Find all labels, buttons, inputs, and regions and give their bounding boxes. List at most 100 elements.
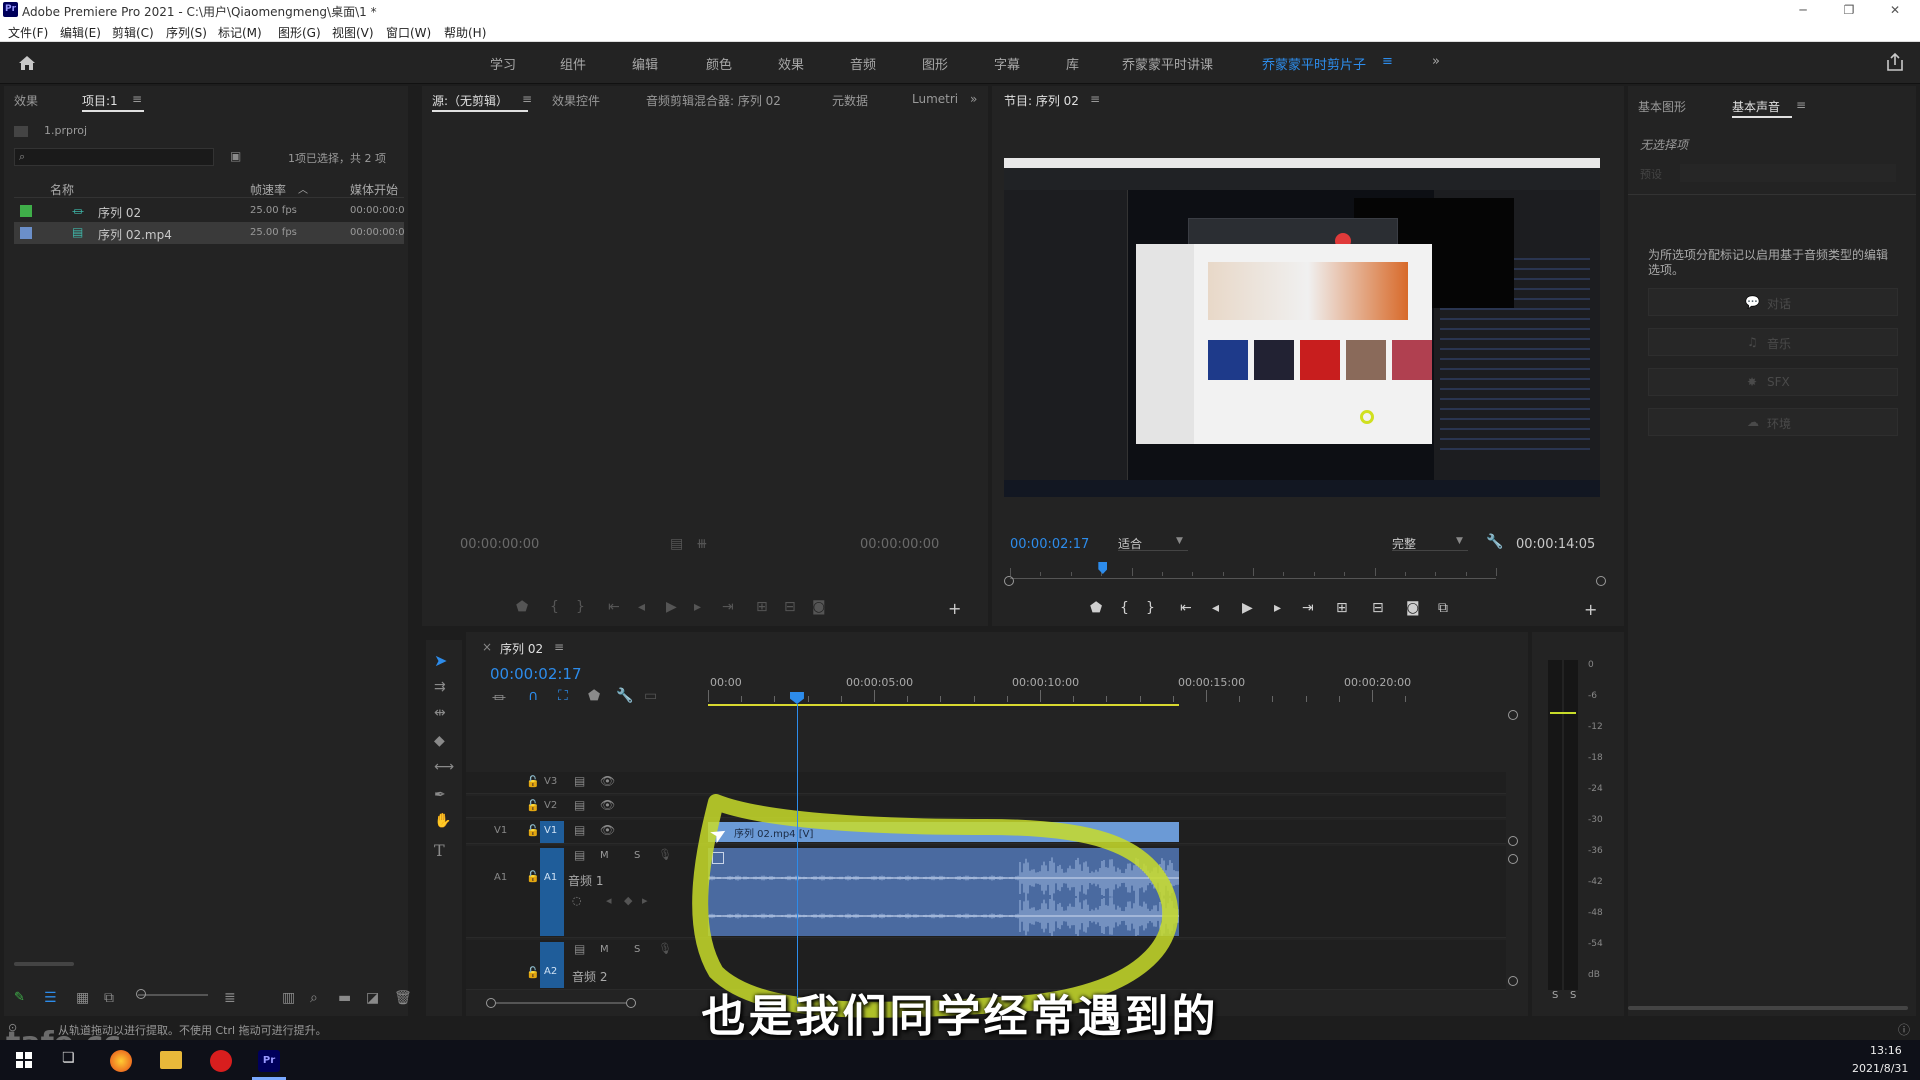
zoom-handle-right[interactable] — [626, 998, 636, 1008]
track-target-a1[interactable]: A1 — [540, 848, 564, 936]
close-icon[interactable]: ✕ — [1872, 0, 1918, 20]
drag-video-icon[interactable]: ▤ — [670, 536, 683, 552]
tab-essential-sound[interactable]: 基本声音 — [1732, 98, 1780, 115]
trash-icon[interactable]: 🗑 — [394, 990, 412, 1006]
button-editor-icon[interactable]: + — [948, 599, 961, 618]
fit-dropdown[interactable]: 适合 ▼ — [1118, 533, 1188, 551]
lock-icon[interactable]: 🔓 — [526, 870, 540, 883]
menu-edit[interactable]: 编辑(E) — [60, 24, 101, 41]
taskbar-time[interactable]: 13:16 — [1870, 1044, 1902, 1057]
add-marker-icon[interactable]: ⬟ — [1090, 600, 1102, 616]
tab-sequence[interactable]: 序列 02 — [500, 640, 543, 657]
play-icon[interactable]: ▶ — [1242, 600, 1253, 616]
keyframe-icon[interactable]: ◌ — [572, 894, 582, 907]
minimize-icon[interactable]: ─ — [1780, 0, 1826, 20]
tab-audio-clip-mixer[interactable]: 音频剪辑混合器: 序列 02 — [646, 92, 781, 109]
workspace-libraries[interactable]: 库 — [1066, 54, 1079, 73]
sync-lock-icon[interactable]: ▤ — [574, 848, 585, 862]
lock-icon[interactable]: 🔓 — [526, 824, 540, 837]
mark-in-icon[interactable]: { — [550, 599, 559, 615]
menu-help[interactable]: 帮助(H) — [444, 24, 486, 41]
slip-tool-icon[interactable]: ⟷ — [434, 759, 454, 775]
captions-icon[interactable]: ▭ — [644, 688, 657, 704]
workspace-assembly[interactable]: 组件 — [560, 54, 586, 73]
eye-icon[interactable]: 👁 — [600, 774, 615, 788]
sync-lock-icon[interactable]: ▤ — [574, 798, 585, 812]
sync-lock-icon[interactable]: ▤ — [574, 823, 585, 837]
eye-icon[interactable]: 👁 — [600, 798, 615, 812]
linked-selection-icon[interactable]: ⛶ — [558, 688, 568, 704]
step-forward-icon[interactable]: ▸ — [1274, 600, 1281, 616]
program-panel-menu-icon[interactable]: ≡ — [1090, 92, 1100, 106]
video-scroll-handle[interactable] — [1508, 836, 1518, 846]
firefox-icon[interactable] — [110, 1050, 132, 1072]
zoom-slider[interactable] — [138, 994, 208, 996]
info-icon[interactable]: ⓘ — [1898, 1021, 1910, 1038]
label-color-swatch[interactable] — [20, 205, 32, 217]
file-explorer-icon[interactable] — [160, 1051, 182, 1069]
program-time-ruler[interactable] — [1010, 562, 1497, 584]
solo-right-button[interactable]: S — [1570, 990, 1576, 1001]
tab-metadata[interactable]: 元数据 — [832, 92, 868, 109]
next-keyframe-icon[interactable]: ▸ — [642, 894, 648, 907]
workspace-custom-1[interactable]: 乔蒙蒙平时讲课 — [1122, 54, 1213, 73]
menu-graphics[interactable]: 图形(G) — [278, 24, 321, 41]
zoom-handle-left[interactable] — [1004, 576, 1014, 586]
sort-icons-icon[interactable]: ≣ — [224, 990, 236, 1006]
horizontal-scrollbar[interactable] — [14, 962, 74, 966]
more-tabs-icon[interactable]: » — [970, 92, 977, 106]
work-area-bar[interactable] — [708, 704, 1180, 706]
go-to-in-icon[interactable]: ⇤ — [1180, 600, 1192, 616]
menu-sequence[interactable]: 序列(S) — [166, 24, 207, 41]
sfx-button[interactable]: ✸ SFX — [1648, 368, 1898, 396]
lock-icon[interactable]: 🔓 — [526, 775, 540, 788]
taskbar-date[interactable]: 2021/8/31 — [1852, 1062, 1908, 1075]
mark-out-icon[interactable]: } — [576, 599, 585, 615]
lock-icon[interactable]: 🔓 — [526, 966, 540, 979]
solo-button[interactable]: S — [634, 850, 640, 861]
timeline-panel-menu-icon[interactable]: ≡ — [554, 640, 564, 654]
play-icon[interactable]: ▶ — [666, 599, 677, 615]
tab-source[interactable]: 源:（无剪辑） — [432, 92, 508, 109]
quality-dropdown[interactable]: 完整 ▼ — [1392, 533, 1468, 551]
project-search-input[interactable]: ⌕ — [14, 148, 214, 166]
essential-scrollbar[interactable] — [1628, 1006, 1908, 1010]
menu-window[interactable]: 窗口(W) — [386, 24, 431, 41]
step-back-icon[interactable]: ◂ — [1212, 600, 1219, 616]
insert-icon[interactable]: ⊞ — [756, 599, 768, 615]
nest-icon[interactable]: ⏛ — [492, 688, 506, 708]
source-patch-a1[interactable]: A1 — [494, 872, 507, 883]
go-to-out-icon[interactable]: ⇥ — [722, 599, 734, 615]
project-panel-menu-icon[interactable]: ≡ — [132, 92, 142, 106]
workspace-editing[interactable]: 编辑 — [632, 54, 658, 73]
column-media-start[interactable]: 媒体开始 — [350, 181, 398, 198]
preset-dropdown[interactable] — [1680, 164, 1896, 182]
column-name[interactable]: 名称 — [50, 181, 74, 198]
workspace-custom-2[interactable]: 乔蒙蒙平时剪片子 — [1262, 54, 1366, 73]
wrench-icon[interactable]: 🔧 — [616, 688, 633, 704]
table-row[interactable]: ▤ 序列 02.mp4 25.00 fps 00:00:00:00 — [14, 222, 404, 244]
task-view-icon[interactable]: ❏ — [62, 1050, 75, 1066]
snap-icon[interactable]: ∩ — [528, 688, 538, 704]
button-editor-icon[interactable]: + — [1584, 600, 1597, 619]
column-fps[interactable]: 帧速率 — [250, 181, 286, 198]
mark-in-icon[interactable]: { — [1120, 600, 1129, 616]
source-panel-menu-icon[interactable]: ≡ — [522, 92, 532, 106]
icon-view-icon[interactable]: ▦ — [76, 990, 89, 1006]
add-marker-icon[interactable]: ⬟ — [588, 688, 600, 704]
razor-tool-icon[interactable]: ◆ — [434, 733, 445, 749]
eye-icon[interactable]: 👁 — [600, 823, 615, 837]
solo-button[interactable]: S — [634, 944, 640, 955]
tab-essential-graphics[interactable]: 基本图形 — [1638, 98, 1686, 115]
new-item-icon[interactable]: ◪ — [366, 990, 379, 1006]
ripple-edit-tool-icon[interactable]: ⇹ — [434, 705, 446, 721]
menu-file[interactable]: 文件(F) — [8, 24, 48, 41]
lock-icon[interactable]: 🔓 — [526, 799, 540, 812]
wrench-icon[interactable]: 🔧 — [1486, 534, 1503, 550]
hand-tool-icon[interactable]: ✋ — [434, 813, 451, 829]
workspace-color[interactable]: 颜色 — [706, 54, 732, 73]
sync-lock-icon[interactable]: ▤ — [574, 942, 585, 956]
close-sequence-icon[interactable]: × — [482, 640, 492, 654]
windows-start-icon[interactable] — [16, 1052, 32, 1068]
source-patch-v1[interactable]: V1 — [494, 825, 507, 836]
